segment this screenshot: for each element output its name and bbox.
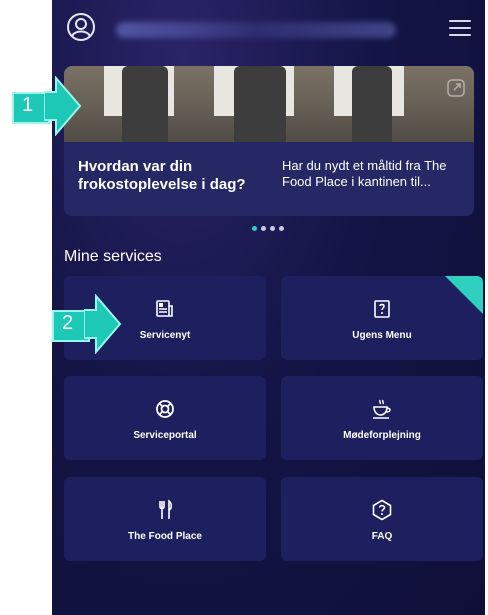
top-bar bbox=[52, 0, 485, 62]
question-icon bbox=[372, 499, 392, 521]
tile-label: The Food Place bbox=[128, 531, 202, 542]
arrow-right-icon bbox=[84, 294, 122, 354]
section-title: Mine services bbox=[64, 248, 162, 265]
callout-number: 1 bbox=[22, 94, 34, 116]
carousel-dot[interactable] bbox=[252, 226, 257, 231]
fork-knife-icon bbox=[159, 499, 173, 519]
hamburger-menu-icon[interactable] bbox=[449, 20, 471, 36]
banner-title-left[interactable]: Hvordan var din frokostoplevelse i dag? bbox=[78, 158, 258, 194]
tile-serviceportal[interactable]: Serviceportal bbox=[64, 376, 266, 460]
new-badge-corner bbox=[445, 276, 483, 314]
menu-book-icon bbox=[374, 300, 390, 318]
tile-ugens-menu[interactable]: Ugens Menu bbox=[281, 276, 483, 360]
carousel-dot[interactable] bbox=[261, 226, 266, 231]
newspaper-icon bbox=[156, 300, 173, 317]
coffee-cup-icon bbox=[373, 399, 391, 419]
banner-image bbox=[64, 66, 474, 142]
tile-label: Ugens Menu bbox=[352, 330, 412, 341]
news-carousel-card[interactable]: Hvordan var din frokostoplevelse i dag? … bbox=[64, 66, 474, 216]
carousel-dot[interactable] bbox=[279, 226, 284, 231]
external-link-icon[interactable] bbox=[446, 78, 466, 98]
carousel-dot[interactable] bbox=[270, 226, 275, 231]
tile-the-food-place[interactable]: The Food Place bbox=[64, 477, 266, 561]
callout-number: 2 bbox=[62, 312, 74, 334]
user-name-blurred bbox=[116, 22, 396, 38]
arrow-right-icon bbox=[44, 76, 82, 136]
banner-title-right[interactable]: Har du nydt et måltid fra The Food Place… bbox=[282, 158, 472, 190]
tile-label: Mødeforplejning bbox=[343, 430, 421, 441]
carousel-indicator[interactable] bbox=[252, 218, 288, 236]
tile-label: FAQ bbox=[371, 531, 393, 542]
user-icon[interactable] bbox=[66, 12, 96, 42]
tile-moedeforplejning[interactable]: Mødeforplejning bbox=[281, 376, 483, 460]
lifebuoy-icon bbox=[156, 400, 174, 418]
tile-label: Serviceportal bbox=[133, 430, 197, 441]
tile-faq[interactable]: FAQ bbox=[281, 477, 483, 561]
